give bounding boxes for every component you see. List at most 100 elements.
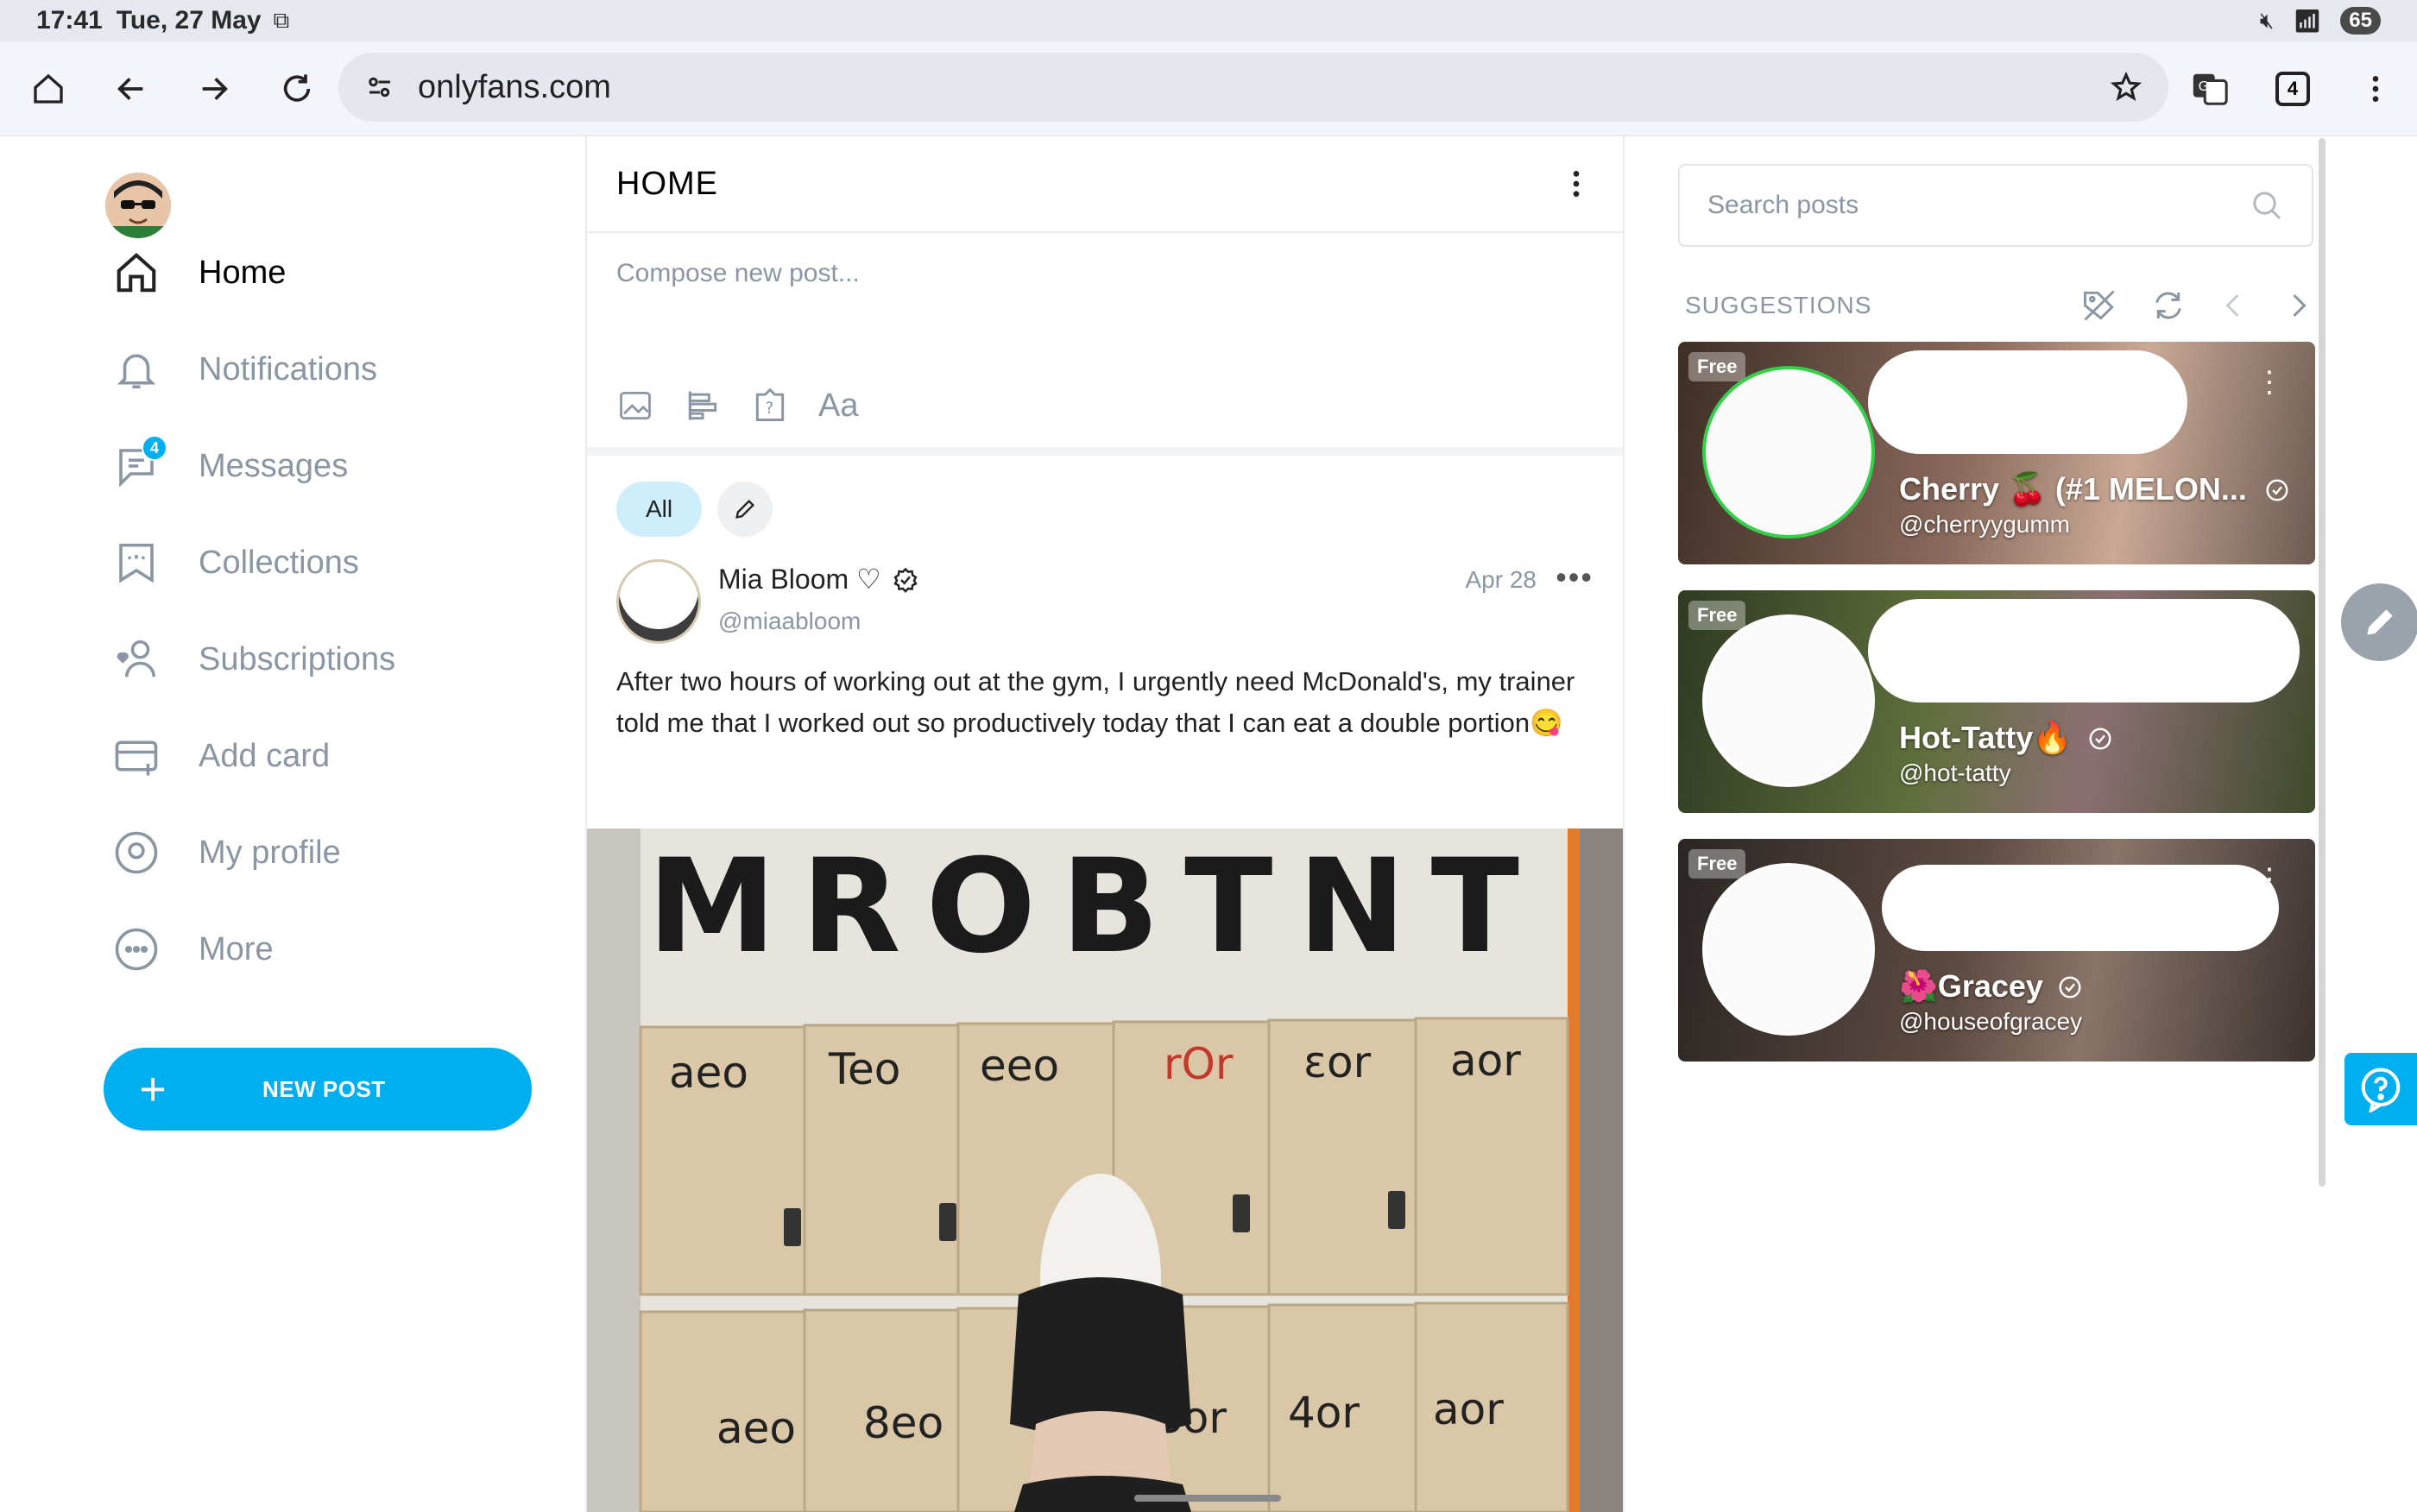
feed-header: HOME	[587, 136, 1623, 233]
suggestion-name-text: Hot-Tatty🔥	[1899, 720, 2073, 755]
help-button[interactable]	[2344, 1053, 2417, 1125]
filter-all-chip[interactable]: All	[616, 482, 703, 537]
pencil-icon	[2367, 609, 2393, 635]
address-bar[interactable]: onlyfans.com	[338, 53, 2168, 122]
nav-my-profile[interactable]: My profile	[110, 818, 341, 887]
refresh-icon[interactable]	[2151, 288, 2186, 323]
locker-number: εor	[1303, 1037, 1372, 1087]
card-options-icon[interactable]: ⋮	[2255, 616, 2284, 646]
battery-indicator: 65	[2340, 7, 2381, 35]
site-settings-icon	[369, 77, 390, 98]
nav-notifications[interactable]: Notifications	[110, 335, 377, 404]
new-post-label: NEW POST	[262, 1075, 386, 1102]
translate-button[interactable]: G	[2168, 47, 2251, 130]
locker-number: Teo	[828, 1044, 900, 1094]
quiz-icon[interactable]: ?	[751, 387, 789, 425]
nav-add-card[interactable]: Add card	[110, 721, 330, 791]
feed-filters: All	[587, 456, 1623, 537]
nav-messages[interactable]: 4 Messages	[110, 432, 348, 501]
plus-icon: +	[139, 1063, 167, 1115]
verified-icon	[893, 567, 918, 593]
status-time: 17:41	[36, 6, 103, 35]
locker-number: 8eo	[863, 1398, 943, 1448]
poll-icon[interactable]	[684, 387, 722, 425]
mute-icon: 🔇︎	[2259, 7, 2275, 33]
browser-menu-button[interactable]	[2334, 47, 2417, 130]
compose-box[interactable]: Compose new post... ? Aa	[587, 233, 1623, 456]
redaction-blob	[1868, 350, 2187, 454]
post-date[interactable]: Apr 28	[1466, 566, 1537, 594]
search-posts-input[interactable]: Search posts	[1678, 164, 2313, 247]
forward-button[interactable]	[173, 47, 256, 130]
svg-text:?: ?	[766, 400, 774, 418]
bookmark-stars-icon	[119, 543, 154, 583]
bookmark-star-icon[interactable]	[2110, 71, 2142, 104]
nav-home[interactable]: Home	[110, 238, 286, 307]
avatar-face-icon	[105, 173, 171, 238]
post-image[interactable]: MROBTNT aeo Teo eeo rOr εor aor aeo 8eo …	[587, 828, 1623, 1512]
sidebar-scrollbar[interactable]	[2319, 138, 2325, 1187]
suggestions-controls	[2080, 287, 2313, 324]
nav-subscriptions[interactable]: Subscriptions	[110, 625, 395, 694]
suggestion-card[interactable]: Free ⋮ Cherry 🍒 (#1 MELON... @cherryygum…	[1678, 342, 2315, 564]
suggestion-card[interactable]: Free ⋮ Hot-Tatty🔥 @hot-tatty	[1678, 590, 2315, 813]
image-icon[interactable]	[616, 387, 654, 425]
gesture-home-indicator[interactable]	[1134, 1495, 1281, 1502]
post-text: After two hours of working out at the gy…	[616, 666, 1575, 738]
tab-count-badge: 4	[2275, 71, 2310, 106]
new-post-button[interactable]: + NEW POST	[104, 1048, 532, 1131]
card-options-icon[interactable]: ⋮	[2255, 368, 2284, 397]
locker-number: aeo	[669, 1048, 748, 1098]
tab-switcher-button[interactable]: 4	[2251, 47, 2334, 130]
post-author-avatar[interactable]	[616, 559, 701, 644]
suggestion-name-text: 🌺Gracey	[1899, 968, 2043, 1004]
suggestion-name: Cherry 🍒 (#1 MELON...	[1899, 471, 2290, 507]
home-icon	[34, 73, 63, 104]
cast-icon: ⧉	[273, 7, 290, 33]
back-button[interactable]	[90, 47, 173, 130]
feed-options-icon[interactable]	[1559, 167, 1593, 201]
post-author-meta: Mia Bloom ♡ @miaabloom	[718, 563, 918, 644]
nav-collections[interactable]: Collections	[110, 528, 359, 597]
suggestion-card[interactable]: Free ⋮ 🌺Gracey @houseofgracey	[1678, 839, 2315, 1062]
nav-more[interactable]: More	[110, 915, 274, 984]
redaction-blob	[1882, 865, 2279, 951]
search-icon[interactable]	[2250, 188, 2284, 223]
post-author-name[interactable]: Mia Bloom ♡	[718, 563, 918, 595]
free-tag-off-icon[interactable]	[2080, 287, 2118, 324]
nav-subscriptions-label: Subscriptions	[199, 640, 396, 677]
compose-tools: ? Aa	[616, 387, 858, 425]
suggestion-avatar[interactable]	[1702, 366, 1875, 539]
edit-filters-button[interactable]	[717, 482, 773, 537]
verified-icon	[2266, 479, 2288, 501]
redaction-blob	[1868, 599, 2300, 702]
locker-number: aor	[1450, 1036, 1521, 1086]
free-badge: Free	[1688, 849, 1746, 879]
verified-icon	[2059, 976, 2081, 999]
text-format-button[interactable]: Aa	[818, 387, 858, 425]
post-header: Mia Bloom ♡ @miaabloom Apr 28 •••	[587, 537, 1623, 644]
status-date: Tue, 27 May	[116, 6, 262, 35]
suggestion-avatar[interactable]	[1702, 614, 1875, 787]
nav-notifications-label: Notifications	[199, 350, 377, 387]
suggestion-handle: @hot-tatty	[1899, 759, 2011, 786]
compose-placeholder: Compose new post...	[616, 259, 860, 287]
post-author-name-text: Mia Bloom ♡	[718, 564, 881, 595]
bell-icon	[117, 354, 156, 389]
nav-home-label: Home	[199, 254, 287, 291]
home-icon	[117, 253, 156, 293]
chevron-right-icon[interactable]	[2282, 290, 2313, 321]
browser-home-button[interactable]	[7, 47, 90, 130]
url-text: onlyfans.com	[418, 68, 611, 105]
user-avatar[interactable]	[105, 173, 171, 238]
post-author-handle[interactable]: @miaabloom	[718, 608, 918, 635]
nav-my-profile-label: My profile	[199, 834, 341, 871]
reload-button[interactable]	[256, 47, 338, 130]
locker-number: aeo	[716, 1403, 796, 1453]
suggestion-avatar[interactable]	[1702, 863, 1875, 1036]
post-more-icon[interactable]: •••	[1556, 559, 1593, 595]
suggestion-name-text: Cherry 🍒 (#1 MELON...	[1899, 471, 2247, 507]
floating-edit-button[interactable]	[2341, 583, 2417, 661]
card-options-icon[interactable]: ⋮	[2255, 865, 2284, 894]
chevron-left-icon[interactable]	[2218, 290, 2250, 321]
